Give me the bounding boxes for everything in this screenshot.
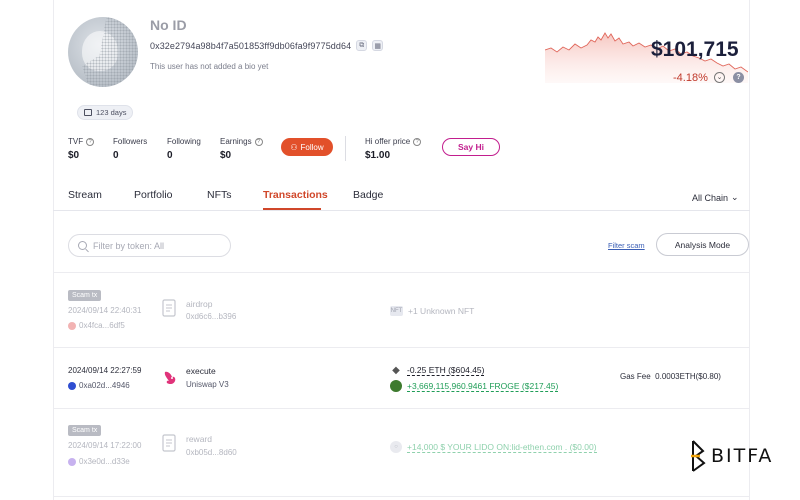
- tx-from[interactable]: 0xa02d...4946: [68, 381, 130, 390]
- profile-bio: This user has not added a bio yet: [150, 62, 269, 71]
- address-avatar-icon: [68, 321, 76, 330]
- divider: [345, 136, 346, 161]
- stat-followers[interactable]: Followers 0: [113, 137, 147, 161]
- tab-badge[interactable]: Badge: [353, 189, 383, 201]
- token-amount[interactable]: +3,669,115,960.9461 FROGE ($217.45): [407, 381, 559, 392]
- nft-icon: NFT: [390, 306, 403, 316]
- tx-from[interactable]: 0x3e0d...d33e: [68, 457, 130, 466]
- avatar[interactable]: [68, 17, 138, 87]
- tx-action: airdrop: [186, 299, 213, 309]
- stat-tvf-value: $0: [68, 150, 80, 161]
- person-icon: ⚇: [290, 142, 298, 152]
- tx-from[interactable]: 0x4fca...6df5: [68, 321, 125, 330]
- tx-action: reward: [186, 434, 212, 444]
- tab-bar: Stream Portfolio NFTs Transactions Badge: [53, 178, 750, 211]
- qr-code-icon[interactable]: ▦: [372, 40, 384, 51]
- scam-tag: Scam tx: [68, 425, 102, 436]
- token-amount[interactable]: -0.25 ETH ($604.45): [407, 365, 485, 376]
- follow-button-label: Follow: [300, 142, 324, 152]
- document-icon: [162, 434, 176, 452]
- help-icon[interactable]: ?: [733, 72, 744, 83]
- tx-time: 2024/09/14 17:22:00: [68, 441, 142, 450]
- chevron-down-icon: ⌄: [731, 192, 739, 202]
- info-icon[interactable]: ?: [254, 137, 263, 146]
- token-filter-input[interactable]: [93, 240, 213, 251]
- chain-selector[interactable]: All Chain ⌄: [692, 192, 739, 203]
- tab-portfolio[interactable]: Portfolio: [134, 189, 173, 201]
- profile-name: No ID: [150, 17, 187, 33]
- tab-transactions[interactable]: Transactions: [263, 189, 328, 201]
- tab-stream[interactable]: Stream: [68, 189, 102, 201]
- tx-from-address: 0xa02d...4946: [79, 381, 130, 390]
- active-tab-indicator: [263, 208, 321, 210]
- say-hi-button[interactable]: Say Hi: [442, 138, 500, 156]
- lido-icon: ○: [390, 441, 402, 453]
- tx-target[interactable]: 0xd6c6...b396: [186, 312, 236, 321]
- stat-followers-value: 0: [113, 150, 119, 161]
- stat-hi-offer: Hi offer price? $1.00: [365, 137, 422, 161]
- balance-change: -4.18%: [673, 72, 708, 84]
- balance-value: $101,715: [651, 38, 739, 61]
- stat-tvf-label: TVF: [68, 137, 84, 146]
- days-badge: 123 days: [77, 105, 134, 120]
- address-avatar-icon: [68, 457, 76, 466]
- token-change: ◆ -0.25 ETH ($604.45): [390, 364, 485, 376]
- address-avatar-icon: [68, 381, 76, 390]
- stat-following[interactable]: Following 0: [167, 137, 201, 161]
- search-icon: [78, 241, 87, 250]
- token-amount[interactable]: +14,000 $ YOUR LIDO ON:lid-ethen.com . (…: [407, 442, 597, 453]
- address-row: 0x32e2794a98b4f7a501853ff9db06fa9f9775dd…: [150, 40, 384, 51]
- token-filter[interactable]: [68, 234, 231, 257]
- tx-from-address: 0x4fca...6df5: [79, 321, 125, 330]
- stat-followers-label: Followers: [113, 137, 148, 146]
- froge-icon: [390, 380, 402, 392]
- stat-tvf: TVF? $0: [68, 137, 95, 161]
- stat-hi-offer-value: $1.00: [365, 150, 391, 161]
- row-divider: [53, 496, 750, 497]
- gas-fee-label: Gas Fee: [620, 372, 651, 381]
- stat-earnings: Earnings? $0: [220, 137, 263, 161]
- tx-from-address: 0x3e0d...d33e: [79, 457, 130, 466]
- uniswap-icon: [164, 371, 176, 385]
- token-change: NFT +1 Unknown NFT: [390, 306, 474, 316]
- eth-icon: ◆: [392, 364, 400, 376]
- filter-scam-link[interactable]: Filter scam: [608, 241, 645, 250]
- calendar-icon: [84, 109, 92, 116]
- tx-time: 2024/09/14 22:27:59: [68, 366, 142, 375]
- info-icon[interactable]: ?: [86, 137, 95, 146]
- stat-earnings-value: $0: [220, 150, 232, 161]
- chevron-down-icon[interactable]: ⌄: [714, 72, 725, 83]
- stat-earnings-label: Earnings: [220, 137, 252, 146]
- row-divider: [53, 272, 750, 273]
- brand-logo: BITFA: [690, 439, 773, 473]
- days-badge-label: 123 days: [96, 108, 127, 117]
- gas-fee: Gas Fee 0.0003ETH($0.80): [620, 372, 721, 381]
- row-divider: [53, 347, 750, 348]
- tab-nfts[interactable]: NFTs: [207, 189, 232, 201]
- follow-button[interactable]: ⚇ Follow: [281, 138, 333, 156]
- chain-selector-label: All Chain: [692, 192, 729, 203]
- wallet-address: 0x32e2794a98b4f7a501853ff9db06fa9f9775dd…: [150, 40, 352, 51]
- tx-target[interactable]: 0xb05d...8d60: [186, 448, 237, 457]
- brand-name: BITFA: [711, 445, 774, 467]
- tx-target[interactable]: Uniswap V3: [186, 380, 229, 389]
- tx-action: execute: [186, 366, 216, 376]
- copy-icon[interactable]: ⧉: [356, 40, 368, 51]
- token-change: ○ +14,000 $ YOUR LIDO ON:lid-ethen.com .…: [390, 441, 597, 453]
- gas-fee-value: 0.0003ETH($0.80): [655, 372, 721, 381]
- row-divider: [53, 408, 750, 409]
- document-icon: [162, 299, 176, 317]
- tx-time: 2024/09/14 22:40:31: [68, 306, 142, 315]
- token-amount: +1 Unknown NFT: [408, 306, 475, 316]
- bitfa-logo-icon: [691, 440, 706, 472]
- stat-hi-offer-label: Hi offer price: [365, 137, 411, 146]
- stat-following-label: Following: [167, 137, 201, 146]
- token-change: +3,669,115,960.9461 FROGE ($217.45): [390, 380, 559, 392]
- info-icon[interactable]: ?: [413, 137, 422, 146]
- scam-tag: Scam tx: [68, 290, 102, 301]
- stat-following-value: 0: [167, 150, 173, 161]
- analysis-mode-button[interactable]: Analysis Mode: [656, 233, 749, 256]
